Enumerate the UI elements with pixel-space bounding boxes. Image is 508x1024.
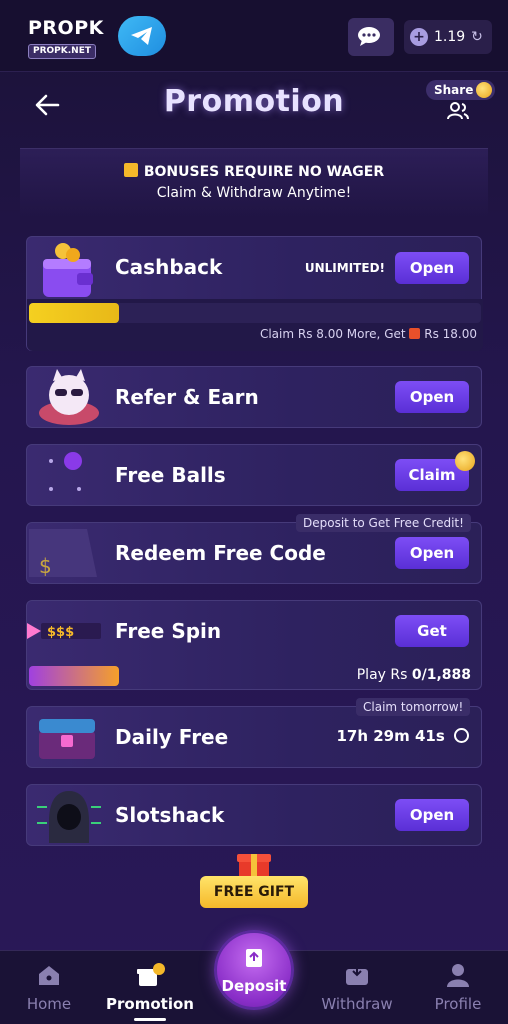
profile-icon	[447, 964, 469, 987]
promotion-gift-icon	[137, 963, 165, 986]
notice-headline: BONUSES REQUIRE NO WAGER	[143, 164, 385, 180]
balance-widget[interactable]: + 1.19 ↻	[404, 20, 492, 54]
svg-text:$$$: $$$	[47, 625, 74, 640]
free-gift-label: FREE GIFT	[200, 876, 308, 908]
cashback-progress-row: Claim Rs 8.00 More, Get Rs 18.00	[27, 299, 483, 351]
get-button[interactable]: Get	[395, 615, 469, 647]
nav-home[interactable]: Home	[4, 963, 94, 1013]
spin-arrow-icon: $$$	[27, 623, 101, 640]
card-title: Redeem Free Code	[115, 541, 326, 565]
spin-progress-text: Play Rs 0/1,888	[356, 667, 471, 683]
redeem-tip: Deposit to Get Free Credit!	[296, 514, 471, 532]
gift-icon	[409, 328, 421, 339]
coin-icon	[476, 82, 492, 98]
free-spin-card[interactable]: $$$ Free Spin Get Play Rs 0/1,888	[26, 600, 482, 690]
open-button[interactable]: Open	[395, 799, 469, 831]
refresh-icon[interactable]: ↻	[471, 29, 483, 45]
add-funds-icon[interactable]: +	[410, 28, 428, 46]
nav-label: Withdraw	[321, 995, 393, 1013]
free-gift-widget[interactable]: FREE GIFT	[200, 848, 308, 910]
card-title: Free Balls	[115, 463, 226, 487]
people-icon	[447, 102, 469, 120]
progress-fill	[29, 666, 119, 686]
cashback-card[interactable]: Cashback UNLIMITED! Open Claim Rs 8.00 M…	[26, 236, 483, 351]
spin-progress-row: Play Rs 0/1,888	[27, 661, 483, 691]
wager-notice: BONUSES REQUIRE NO WAGER Claim & Withdra…	[20, 148, 488, 218]
nav-profile[interactable]: Profile	[413, 963, 503, 1013]
gift-icon	[123, 163, 138, 177]
coin-icon	[455, 451, 475, 471]
active-tab-indicator	[134, 1018, 166, 1021]
daily-tip: Claim tomorrow!	[356, 698, 471, 716]
open-button[interactable]: Open	[395, 381, 469, 413]
notice-subtext: Claim & Withdraw Anytime!	[156, 185, 352, 201]
cat-mascot-icon	[39, 369, 99, 425]
card-title: Free Spin	[115, 619, 222, 643]
deposit-label: Deposit	[221, 977, 287, 995]
balance-amount: 1.19	[434, 29, 466, 45]
hacker-icon	[37, 791, 101, 843]
slotshack-card[interactable]: Slotshack Open	[26, 784, 482, 846]
card-title: Daily Free	[115, 725, 229, 749]
cashback-note: Claim Rs 8.00 More, Get Rs 18.00	[259, 327, 477, 341]
ticket-icon: $	[29, 529, 97, 578]
share-button[interactable]: Share	[426, 80, 496, 124]
open-button[interactable]: Open	[395, 537, 469, 569]
nav-promotion[interactable]: Promotion	[105, 963, 195, 1013]
home-icon	[39, 966, 59, 985]
nav-withdraw[interactable]: Withdraw	[312, 963, 402, 1013]
logo-main-text: PROPK	[28, 17, 104, 39]
free-balls-card[interactable]: Free Balls Claim	[26, 444, 482, 506]
card-title: Refer & Earn	[115, 385, 259, 409]
logo-sub-text: PROPK.NET	[28, 44, 96, 59]
unlimited-badge: UNLIMITED!	[304, 261, 385, 275]
chat-button[interactable]	[348, 18, 394, 56]
refer-earn-card[interactable]: Refer & Earn Open	[26, 366, 482, 428]
balls-icon	[49, 452, 82, 491]
clock-icon	[454, 728, 469, 743]
card-title: Cashback	[115, 255, 223, 279]
progress-fill	[29, 303, 119, 323]
top-bar: PROPK PROPK.NET + 1.19 ↻	[0, 0, 508, 72]
withdraw-icon	[346, 965, 368, 985]
telegram-icon	[131, 27, 152, 45]
nav-label: Home	[26, 995, 72, 1013]
wallet-icon	[43, 243, 93, 297]
app-logo[interactable]: PROPK PROPK.NET	[28, 17, 104, 59]
countdown-timer: 17h 29m 41s	[336, 727, 469, 745]
card-title: Slotshack	[115, 803, 225, 827]
nav-label: Promotion	[106, 995, 194, 1013]
svg-text:$: $	[39, 554, 52, 578]
telegram-button[interactable]	[118, 16, 166, 56]
deposit-button[interactable]: Deposit	[214, 930, 294, 1010]
chest-icon	[39, 719, 95, 759]
nav-label: Profile	[434, 995, 482, 1013]
chat-icon	[358, 27, 380, 46]
open-button[interactable]: Open	[395, 252, 469, 284]
deposit-icon	[246, 949, 262, 967]
